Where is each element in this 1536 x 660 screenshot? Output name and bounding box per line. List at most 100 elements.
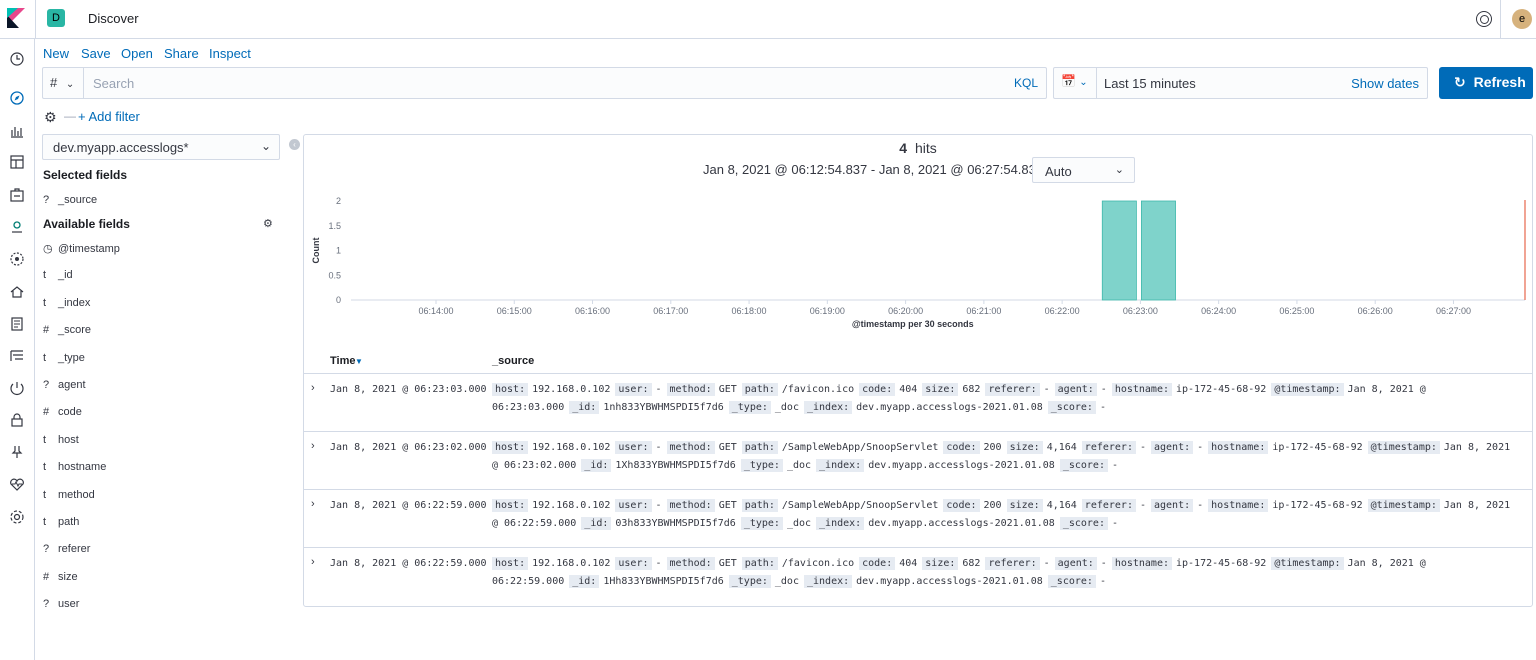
top-header: D Discover e — [0, 0, 1536, 39]
kibana-logo-icon[interactable] — [7, 8, 25, 28]
field-name: @timestamp — [58, 243, 120, 255]
menu-new[interactable]: New — [43, 46, 69, 61]
source-field-key: referer: — [1081, 499, 1136, 512]
field-item[interactable]: # _score — [43, 324, 91, 340]
field-item[interactable]: ? _source — [43, 194, 97, 210]
refresh-label: Refresh — [1473, 74, 1526, 90]
infra-icon[interactable] — [9, 284, 25, 300]
menu-save[interactable]: Save — [81, 46, 111, 61]
field-type-icon: ? — [43, 543, 50, 556]
x-tick-label: 06:25:00 — [1279, 306, 1314, 316]
language-symbol: # — [50, 75, 58, 90]
space-avatar[interactable]: D — [47, 9, 65, 27]
add-filter-button[interactable]: + Add filter — [78, 109, 140, 124]
monitoring-icon[interactable] — [9, 476, 25, 492]
field-type-icon: ◷ — [43, 243, 53, 255]
expand-row-icon[interactable]: › — [311, 556, 315, 568]
field-item[interactable]: ? agent — [43, 379, 86, 395]
source-field-value: /favicon.ico — [781, 558, 855, 569]
row-source: host: 192.168.0.102 user: - method: GET path: /… — [492, 439, 1517, 475]
source-field-key: _score: — [1047, 401, 1096, 414]
menu-open[interactable]: Open — [121, 46, 153, 61]
field-item[interactable]: # code — [43, 406, 82, 422]
interval-label: Auto — [1045, 164, 1072, 179]
field-item[interactable]: t hostname — [43, 461, 106, 477]
source-field-key: @timestamp: — [1367, 441, 1440, 454]
column-header-time[interactable]: Time — [330, 355, 355, 367]
clock-icon[interactable] — [9, 51, 25, 67]
ml-icon[interactable] — [9, 251, 25, 267]
index-pattern-select[interactable]: dev.myapp.accesslogs* ⌄ — [42, 134, 280, 160]
field-item[interactable]: t _index — [43, 297, 90, 313]
refresh-button[interactable]: ↻ Refresh — [1439, 67, 1533, 99]
source-field-value: _doc — [774, 402, 799, 413]
kql-toggle[interactable]: KQL — [1014, 76, 1038, 90]
uptime-icon[interactable] — [9, 380, 25, 396]
visualize-icon[interactable] — [9, 123, 25, 139]
field-item[interactable]: ◷ @timestamp — [43, 242, 120, 258]
dashboard-icon[interactable] — [9, 154, 25, 170]
source-field-key: method: — [666, 557, 715, 570]
query-language-button[interactable]: # ⌄ — [43, 68, 84, 98]
source-field-value: dev.myapp.accesslogs-2021.01.08 — [856, 576, 1043, 587]
source-field-value: - — [1043, 558, 1050, 569]
siem-icon[interactable] — [9, 412, 25, 428]
source-field-key: agent: — [1151, 441, 1194, 454]
selected-fields-heading: Selected fields — [43, 168, 128, 182]
y-tick-label: 1.5 — [328, 221, 341, 231]
source-field-value: 192.168.0.102 — [532, 442, 611, 453]
source-field-key: referer: — [985, 557, 1040, 570]
source-field-value: - — [1111, 460, 1119, 471]
x-tick-label: 06:16:00 — [575, 306, 610, 316]
filter-settings-icon[interactable]: ⚙ — [44, 110, 58, 124]
source-field-key: user: — [615, 499, 652, 512]
gear-icon[interactable]: ⚙ — [263, 217, 273, 230]
expand-row-icon[interactable]: › — [311, 382, 315, 394]
row-source: host: 192.168.0.102 user: - method: GET path: /… — [492, 381, 1517, 417]
source-field-value: ip-172-45-68-92 — [1176, 558, 1267, 569]
sort-down-icon[interactable]: ▼ — [355, 357, 363, 366]
show-dates-button[interactable]: Show dates — [1351, 76, 1419, 91]
collapse-sidebar-icon[interactable]: ‹ — [289, 139, 300, 150]
source-field-key: host: — [492, 499, 529, 512]
time-range-text[interactable]: Last 15 minutes — [1104, 76, 1196, 91]
field-item[interactable]: t path — [43, 516, 79, 532]
canvas-icon[interactable] — [9, 187, 25, 203]
field-item[interactable]: ? referer — [43, 543, 90, 559]
field-item[interactable]: t _id — [43, 269, 73, 285]
source-field-key: path: — [741, 441, 778, 454]
source-field-key: path: — [741, 499, 778, 512]
x-tick-label: 06:19:00 — [810, 306, 845, 316]
search-input[interactable]: Search — [93, 76, 134, 91]
interval-select[interactable]: Auto ⌄ — [1032, 157, 1135, 183]
source-field-key: _index: — [816, 517, 865, 530]
compass-icon[interactable] — [9, 90, 25, 106]
field-item[interactable]: t _type — [43, 352, 85, 368]
field-type-icon: # — [43, 570, 50, 583]
menu-share[interactable]: Share — [164, 46, 199, 61]
source-field-value: /favicon.ico — [781, 384, 855, 395]
apm-icon[interactable] — [9, 348, 25, 364]
source-field-key: @timestamp: — [1367, 499, 1440, 512]
maps-icon[interactable] — [9, 219, 25, 235]
source-field-value: _doc — [774, 576, 799, 587]
logs-icon[interactable] — [9, 316, 25, 332]
management-icon[interactable] — [9, 509, 25, 525]
x-tick-label: 06:27:00 — [1436, 306, 1471, 316]
menu-inspect[interactable]: Inspect — [209, 46, 251, 61]
y-tick-label: 0.5 — [328, 270, 341, 280]
source-field-value: 192.168.0.102 — [532, 384, 611, 395]
devtools-icon[interactable] — [9, 444, 25, 460]
field-type-icon: # — [43, 406, 50, 419]
expand-row-icon[interactable]: › — [311, 440, 315, 452]
x-tick-label: 06:17:00 — [653, 306, 688, 316]
field-item[interactable]: ? user — [43, 598, 79, 614]
user-avatar[interactable]: e — [1512, 9, 1532, 29]
field-item[interactable]: t method — [43, 489, 95, 505]
row-timestamp: Jan 8, 2021 @ 06:23:03.000 — [330, 384, 487, 395]
quick-menu-button[interactable]: 📅 ⌄ — [1054, 68, 1097, 98]
field-item[interactable]: # size — [43, 571, 78, 587]
field-item[interactable]: t host — [43, 434, 79, 450]
expand-row-icon[interactable]: › — [311, 498, 315, 510]
help-icon[interactable] — [1476, 11, 1492, 27]
